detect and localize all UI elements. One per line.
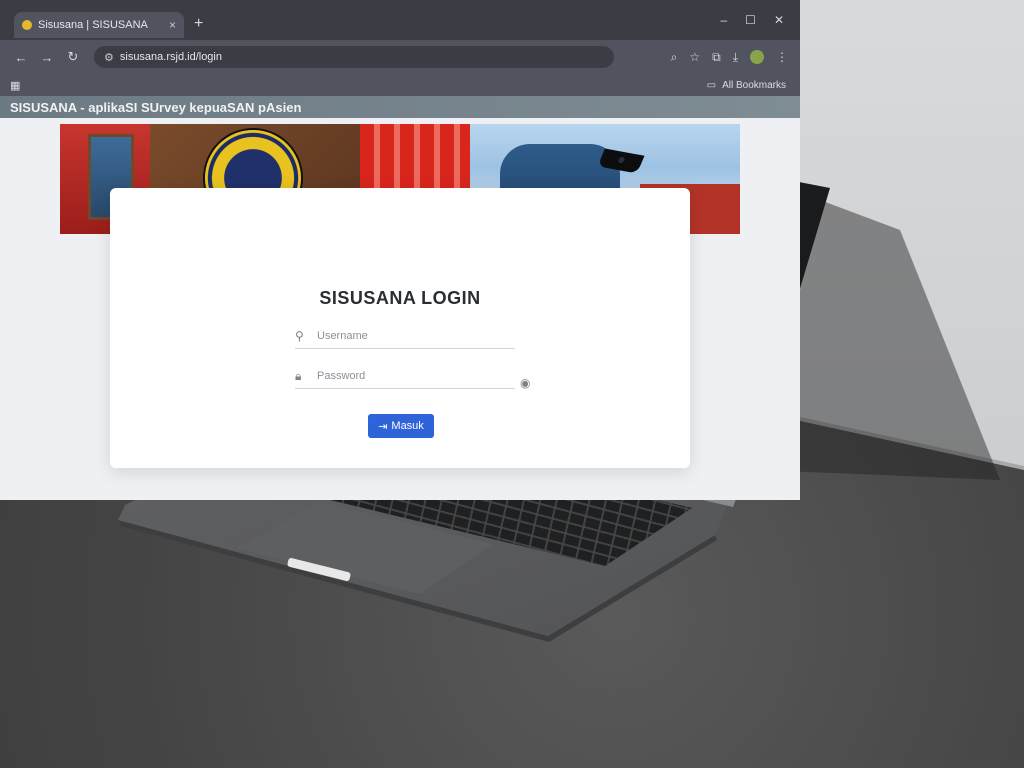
page-header-title: SISUSANA - aplikaSI SUrvey kepuaSAN pAsi… <box>10 99 302 115</box>
lock-icon: 🔒︎ <box>295 368 302 383</box>
all-bookmarks-label: All Bookmarks <box>722 79 786 91</box>
back-arrow-icon[interactable]: ← <box>8 50 34 65</box>
eye-icon[interactable]: ◉ <box>520 376 530 390</box>
extensions-icon[interactable]: ⧉ <box>712 50 721 65</box>
address-bar-row: ← → ↻ ⚙ sisusana.rsjd.id/login ⌕ ☆ ⧉ ⤓ ⋮ <box>0 40 800 74</box>
download-icon[interactable]: ⤓ <box>733 50 738 65</box>
login-button-label: Masuk <box>391 420 424 432</box>
close-window-button[interactable]: ✕ <box>774 13 784 27</box>
page-header: SISUSANA - aplikaSI SUrvey kepuaSAN pAsi… <box>0 96 800 118</box>
folder-icon: ▭ <box>706 79 717 91</box>
url-text: sisusana.rsjd.id/login <box>119 51 222 63</box>
reload-icon[interactable]: ↻ <box>60 49 86 65</box>
tab-close-icon[interactable]: × <box>169 18 176 32</box>
maximize-button[interactable]: ☐ <box>745 13 756 27</box>
password-field: 🔒︎ <box>295 364 515 389</box>
browser-tab[interactable]: Sisusana | SISUSANA × <box>14 12 184 38</box>
browser-tab-strip: Sisusana | SISUSANA × + – ☐ ✕ <box>0 0 800 40</box>
forward-arrow-icon[interactable]: → <box>34 50 60 65</box>
user-icon: ⚲ <box>295 329 304 343</box>
bookmark-star-icon[interactable]: ☆ <box>689 50 700 64</box>
site-info-icon[interactable]: ⚙ <box>104 51 114 64</box>
url-bar[interactable]: ⚙ sisusana.rsjd.id/login <box>94 46 614 68</box>
browser-window: Sisusana | SISUSANA × + – ☐ ✕ ← → ↻ ⚙ si… <box>0 0 800 500</box>
username-field: ⚲ <box>295 324 515 349</box>
browser-actions: ⌕ ☆ ⧉ ⤓ ⋮ <box>671 50 800 65</box>
page-content: SISUSANA LOGIN ⚲ 🔒︎ ◉ ⇥ Masuk <box>0 118 800 500</box>
login-icon: ⇥ <box>378 420 388 433</box>
window-controls: – ☐ ✕ <box>720 13 800 27</box>
bookmarks-bar: ▦ ▭ All Bookmarks <box>0 74 800 96</box>
tab-title: Sisusana | SISUSANA <box>38 19 148 31</box>
login-title: SISUSANA LOGIN <box>319 288 481 308</box>
favicon-icon <box>22 20 32 30</box>
login-card: SISUSANA LOGIN ⚲ 🔒︎ ◉ ⇥ Masuk <box>110 188 690 468</box>
all-bookmarks-button[interactable]: ▭ All Bookmarks <box>707 80 800 91</box>
password-input[interactable] <box>315 369 515 383</box>
username-input[interactable] <box>315 329 515 343</box>
apps-grid-icon[interactable]: ▦ <box>10 79 20 92</box>
zoom-icon[interactable]: ⌕ <box>671 50 678 65</box>
minimize-button[interactable]: – <box>720 13 727 27</box>
new-tab-button[interactable]: + <box>194 15 203 33</box>
profile-avatar[interactable] <box>750 50 764 64</box>
login-button[interactable]: ⇥ Masuk <box>368 414 434 438</box>
menu-dots-icon[interactable]: ⋮ <box>776 50 788 64</box>
